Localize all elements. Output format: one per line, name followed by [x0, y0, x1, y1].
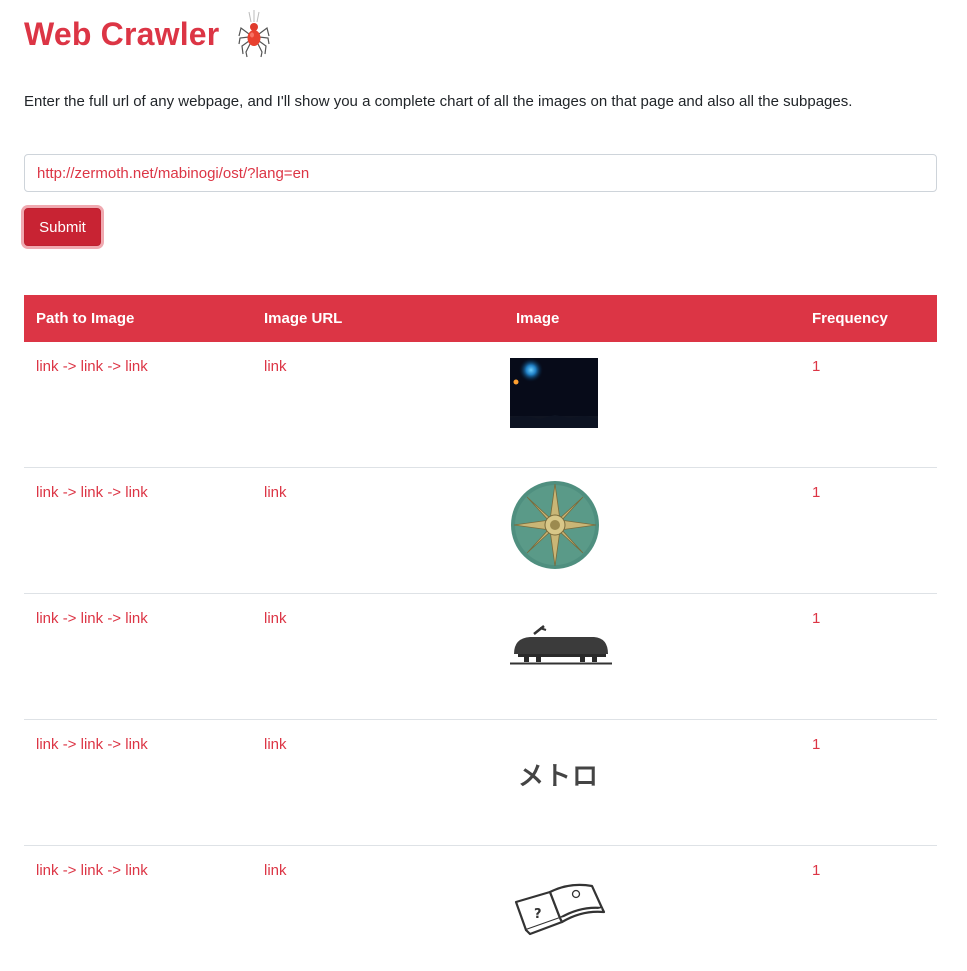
path-separator: -> — [63, 484, 81, 501]
path-separator: -> — [63, 358, 81, 375]
image-url-link[interactable]: link — [264, 484, 287, 501]
frequency-cell: 1 — [800, 720, 937, 846]
path-cell: link -> link -> link — [24, 594, 252, 720]
image-url-cell: link — [252, 468, 504, 594]
intro-text: Enter the full url of any webpage, and I… — [24, 93, 852, 110]
tram-silhouette-icon — [510, 616, 612, 676]
table-row: link -> link -> link link メトロ 1 — [24, 720, 937, 846]
path-link[interactable]: link — [125, 736, 148, 753]
path-cell: link -> link -> link — [24, 468, 252, 594]
image-url-link[interactable]: link — [264, 736, 287, 753]
metro-katakana-text: メトロ — [518, 756, 788, 793]
path-link[interactable]: link — [81, 610, 104, 627]
image-url-cell: link — [252, 594, 504, 720]
path-link[interactable]: link — [81, 862, 104, 879]
spider-icon — [237, 10, 271, 58]
path-cell: link -> link -> link — [24, 720, 252, 846]
path-link[interactable]: link — [81, 484, 104, 501]
path-separator: -> — [107, 610, 125, 627]
frequency-cell: 1 — [800, 594, 937, 720]
path-cell: link -> link -> link — [24, 342, 252, 468]
column-header-image: Image — [504, 295, 800, 342]
night-sky-thumbnail — [510, 358, 598, 428]
compass-rose-medallion — [510, 480, 600, 570]
path-link[interactable]: link — [36, 736, 59, 753]
table-row: link -> link -> link link — [24, 594, 937, 720]
path-link[interactable]: link — [125, 358, 148, 375]
submit-button[interactable]: Submit — [24, 208, 101, 246]
image-url-cell: link — [252, 342, 504, 468]
header: Web Crawler — [24, 8, 271, 60]
column-header-image-url: Image URL — [252, 295, 504, 342]
column-header-frequency: Frequency — [800, 295, 937, 342]
path-link[interactable]: link — [81, 358, 104, 375]
path-link[interactable]: link — [36, 484, 59, 501]
path-link[interactable]: link — [36, 610, 59, 627]
frequency-cell: 1 — [800, 342, 937, 468]
url-input[interactable] — [24, 154, 937, 192]
table-row: link -> link -> link link — [24, 846, 937, 971]
table-row: link -> link -> link link — [24, 342, 937, 468]
image-cell — [504, 594, 800, 720]
path-separator: -> — [63, 610, 81, 627]
path-separator: -> — [63, 736, 81, 753]
image-cell — [504, 468, 800, 594]
image-url-link[interactable]: link — [264, 862, 287, 879]
image-cell — [504, 342, 800, 468]
path-cell: link -> link -> link — [24, 846, 252, 971]
column-header-path: Path to Image — [24, 295, 252, 342]
image-url-cell: link — [252, 846, 504, 971]
path-link[interactable]: link — [125, 610, 148, 627]
path-separator: -> — [107, 484, 125, 501]
page-title: Web Crawler — [24, 16, 219, 53]
path-separator: -> — [107, 736, 125, 753]
image-cell: ? — [504, 846, 800, 971]
frequency-cell: 1 — [800, 846, 937, 971]
image-url-cell: link — [252, 720, 504, 846]
table-row: link -> link -> link link — [24, 468, 937, 594]
path-link[interactable]: link — [81, 736, 104, 753]
path-link[interactable]: link — [125, 862, 148, 879]
image-cell: メトロ — [504, 720, 800, 846]
path-separator: -> — [107, 862, 125, 879]
open-book-icon: ? — [510, 878, 608, 938]
table-header-row: Path to Image Image URL Image Frequency — [24, 295, 937, 342]
image-url-link[interactable]: link — [264, 610, 287, 627]
path-separator: -> — [63, 862, 81, 879]
path-separator: -> — [107, 358, 125, 375]
image-url-link[interactable]: link — [264, 358, 287, 375]
path-link[interactable]: link — [36, 862, 59, 879]
path-link[interactable]: link — [125, 484, 148, 501]
frequency-cell: 1 — [800, 468, 937, 594]
path-link[interactable]: link — [36, 358, 59, 375]
svg-text:?: ? — [534, 907, 542, 922]
results-table: Path to Image Image URL Image Frequency … — [24, 295, 937, 971]
